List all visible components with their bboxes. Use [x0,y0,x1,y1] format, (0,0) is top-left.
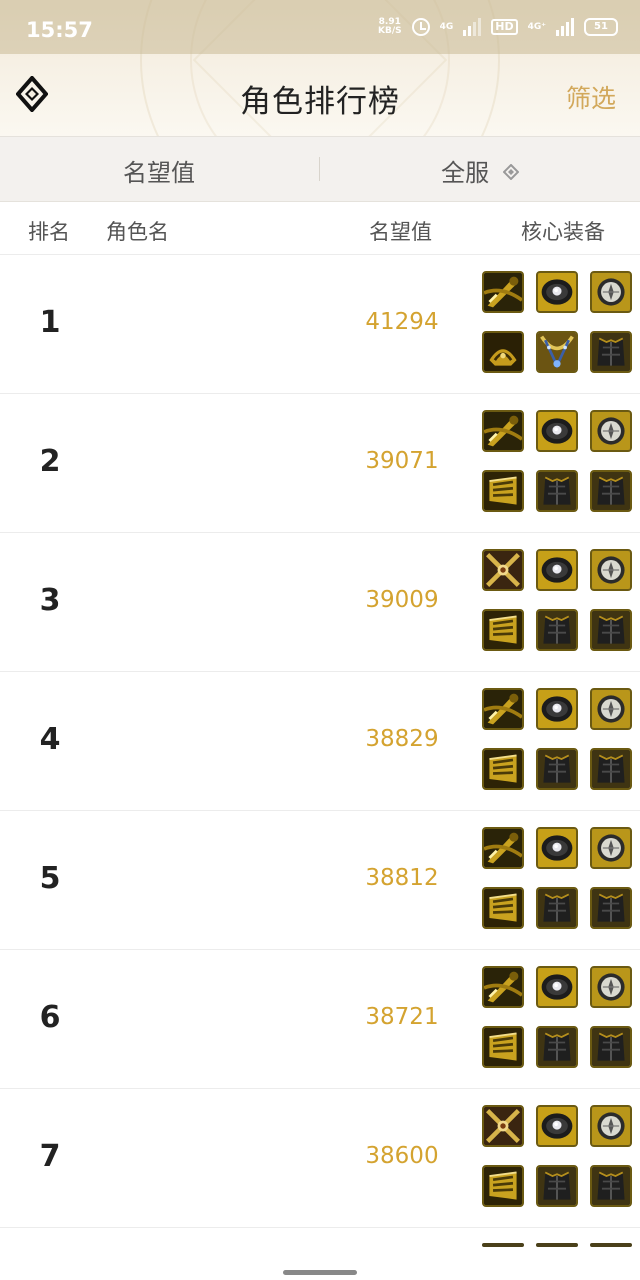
ranking-row[interactable]: 4 38829 [0,672,640,811]
armor-icon[interactable] [536,1026,578,1068]
sword-icon[interactable] [482,271,524,313]
armor-icon[interactable] [536,470,578,512]
gauntlet-icon[interactable] [482,331,524,373]
network-type-2: 4G⁺ [527,22,546,32]
signal-icon [556,18,574,36]
armor-icon[interactable] [590,470,632,512]
fame-value: 41294 [365,309,439,335]
fame-value: 38812 [365,865,439,891]
armor-icon[interactable] [590,1165,632,1207]
core-gear-grid [482,1105,632,1211]
fame-value: 39009 [365,587,439,613]
column-name: 角色名 [106,220,169,244]
signal-icon [463,18,482,36]
ring-icon[interactable] [536,410,578,452]
fame-value: 38721 [365,1004,439,1030]
armor-icon[interactable] [590,748,632,790]
core-gear-grid [482,688,632,794]
armor-icon[interactable] [536,1165,578,1207]
hd-voice-icon: HD [491,19,518,35]
server-select-label: 全服 [441,159,490,187]
bracer-icon[interactable] [482,887,524,929]
filter-bar: 名望值 全服 [0,136,640,202]
sword-icon[interactable] [482,827,524,869]
sort-by-fame-tab[interactable]: 名望值 [0,153,318,188]
necklace-icon[interactable] [536,331,578,373]
table-header: 排名 角色名 名望值 核心装备 [0,203,640,255]
compass-icon[interactable] [590,549,632,591]
status-time: 15:57 [26,18,93,42]
compass-icon[interactable] [590,827,632,869]
ranking-row[interactable]: 3 39009 [0,533,640,672]
ring-icon[interactable] [536,688,578,730]
rank-number: 4 [39,722,61,757]
ring-icon[interactable] [536,549,578,591]
rank-number: 5 [39,861,61,896]
core-gear-grid [482,549,632,655]
armor-icon[interactable] [590,887,632,929]
rank-number: 7 [39,1139,61,1174]
column-gear: 核心装备 [521,220,605,244]
ranking-row[interactable]: 7 38600 [0,1089,640,1228]
diamond-dropdown-icon [502,163,520,184]
network-speed-unit: KB/S [377,26,402,36]
ranking-row[interactable]: 2 39071 [0,394,640,533]
ring-icon[interactable] [536,1105,578,1147]
bracer-icon[interactable] [482,1165,524,1207]
compass-icon[interactable] [590,966,632,1008]
crossed-blade-icon[interactable] [482,1105,524,1147]
server-select[interactable]: 全服 [320,153,640,188]
bracer-icon[interactable] [482,470,524,512]
rank-number: 1 [39,305,61,340]
filter-button[interactable]: 筛选 [566,79,616,115]
alarm-icon [411,18,430,36]
bracer-icon[interactable] [482,609,524,651]
armor-icon[interactable] [590,609,632,651]
compass-icon[interactable] [590,410,632,452]
core-gear-grid [482,827,632,933]
armor-icon[interactable] [536,609,578,651]
core-gear-grid [482,410,632,516]
crossed-blade-icon[interactable] [482,549,524,591]
fame-value: 38600 [365,1143,439,1169]
sword-icon[interactable] [482,410,524,452]
fame-value: 38829 [365,726,439,752]
sort-by-fame-label: 名望值 [123,159,195,187]
compass-icon[interactable] [590,1105,632,1147]
compass-icon[interactable] [590,271,632,313]
ranking-row[interactable]: 6 38721 [0,950,640,1089]
network-speed: 8.91 KB/S [378,18,402,36]
status-icons: 8.91 KB/S 4G HD 4G⁺ 51 [378,18,618,36]
ring-icon[interactable] [536,271,578,313]
battery-icon: 51 [584,18,618,36]
rank-number: 2 [39,444,61,479]
core-gear-grid [482,966,632,1072]
sword-icon[interactable] [482,966,524,1008]
fame-value: 39071 [365,448,439,474]
rank-number: 6 [39,1000,61,1035]
armor-icon[interactable] [590,1026,632,1068]
column-fame: 名望值 [369,220,432,244]
ring-icon[interactable] [536,827,578,869]
ranking-row[interactable]: 5 38812 [0,811,640,950]
core-gear-grid [482,271,632,377]
bracer-icon[interactable] [482,1026,524,1068]
status-bar: 15:57 8.91 KB/S 4G HD 4G⁺ 51 [0,0,640,54]
compass-icon[interactable] [590,688,632,730]
armor-icon[interactable] [536,748,578,790]
network-type-1: 4G [439,22,454,32]
ranking-row[interactable]: 1 41294 [0,255,640,394]
page-title: 角色排行榜 [240,84,400,120]
ring-icon[interactable] [536,966,578,1008]
next-row-peek [482,1243,632,1249]
column-rank: 排名 [28,220,70,244]
app-header: 角色排行榜 筛选 [0,54,640,136]
home-indicator[interactable] [283,1270,357,1275]
armor-icon[interactable] [536,887,578,929]
sword-icon[interactable] [482,688,524,730]
armor-icon[interactable] [590,331,632,373]
rank-number: 3 [39,583,61,618]
bracer-icon[interactable] [482,748,524,790]
